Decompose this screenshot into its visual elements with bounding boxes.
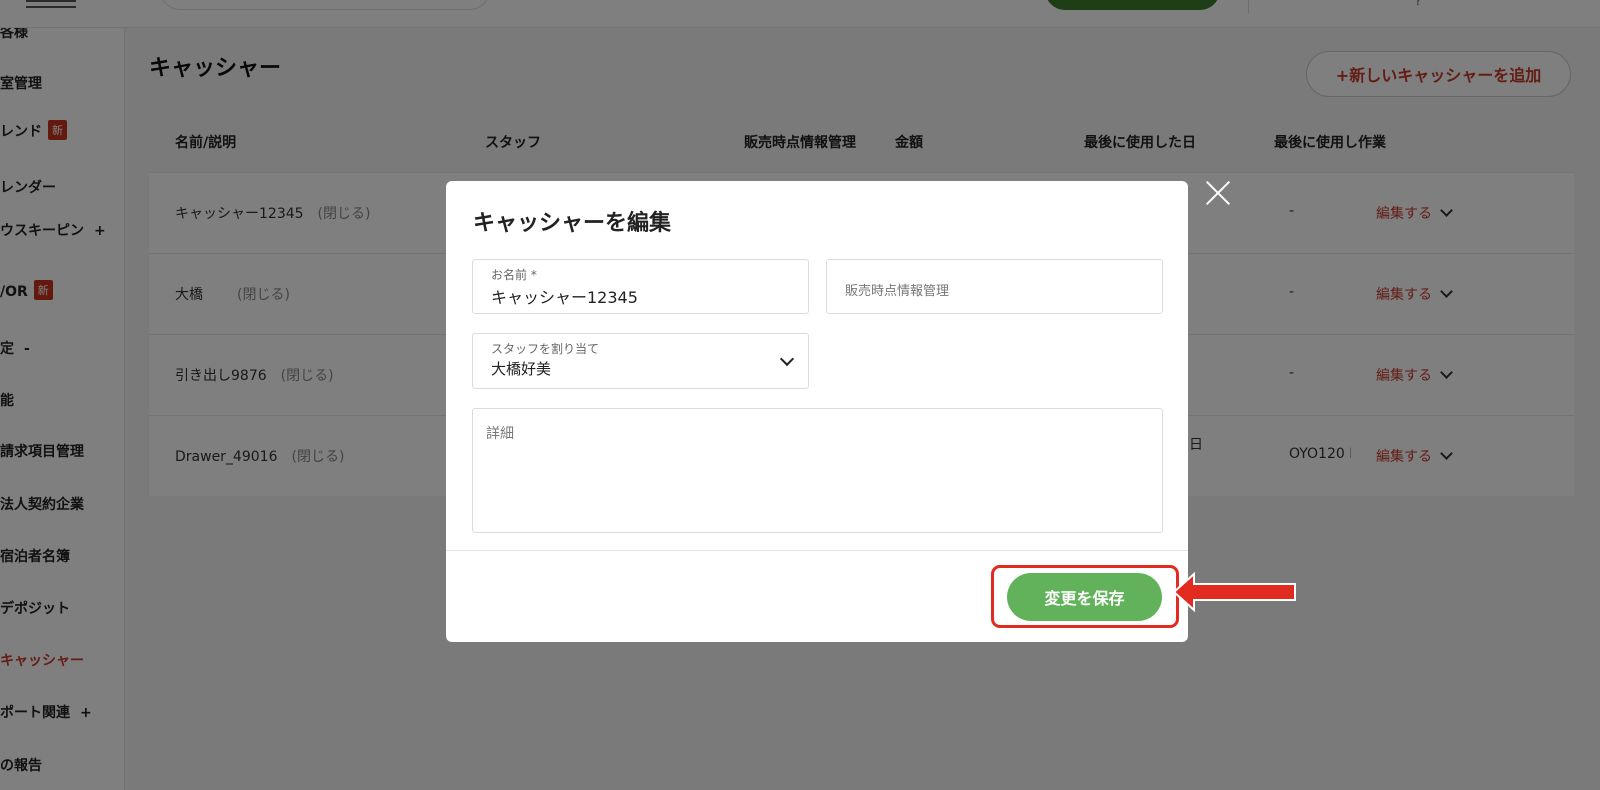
name-field-label: お名前 * [491, 268, 537, 282]
close-icon[interactable] [1201, 176, 1235, 210]
name-field-value: キャッシャー12345 [491, 288, 638, 307]
pos-field-placeholder: 販売時点情報管理 [845, 284, 950, 299]
name-field[interactable]: お名前 * キャッシャー12345 [472, 259, 809, 314]
pos-field[interactable]: 販売時点情報管理 [826, 259, 1163, 314]
staff-select[interactable]: スタッフを割り当て 大橋好美 [472, 333, 809, 389]
details-placeholder: 詳細 [486, 426, 514, 442]
arrow-left-icon [1172, 572, 1296, 612]
dialog-title: キャッシャーを編集 [473, 211, 672, 236]
chevron-down-icon[interactable] [779, 351, 795, 367]
staff-select-label: スタッフを割り当て [491, 342, 600, 356]
dialog-divider [446, 550, 1188, 551]
details-textarea[interactable]: 詳細 [472, 408, 1163, 533]
edit-cashier-dialog: キャッシャーを編集 お名前 * キャッシャー12345 販売時点情報管理 スタッ… [446, 181, 1188, 642]
save-changes-button[interactable]: 変更を保存 [1007, 573, 1162, 621]
staff-select-value: 大橋好美 [491, 360, 552, 378]
